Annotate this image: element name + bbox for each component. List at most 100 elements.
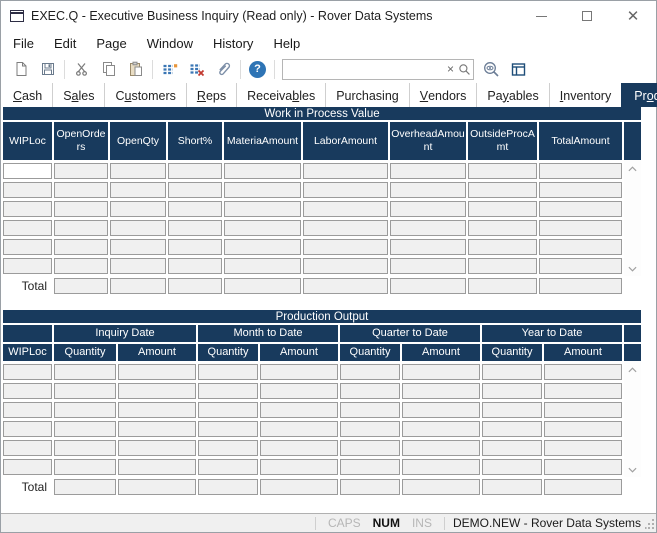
cell-r4-c8[interactable] [539,239,622,255]
scroll-up-icon[interactable] [628,166,637,172]
new-document-button[interactable] [7,57,34,81]
cell-r1-c7[interactable] [482,383,542,399]
cell-r1-c0[interactable] [3,383,52,399]
cell-r0-c2[interactable] [110,163,166,179]
tab-receivables[interactable]: Receivables [236,83,325,107]
cell-r0-c0[interactable] [3,364,52,380]
production-table-scrollbar[interactable] [624,361,641,477]
cell-r4-c2[interactable] [110,239,166,255]
cell-r0-c1[interactable] [54,163,108,179]
help-button[interactable]: ? [244,57,271,81]
cell-r2-c2[interactable] [118,402,196,418]
tab-sales[interactable]: Sales [52,83,104,107]
resize-grip[interactable] [645,516,655,530]
cell-r0-c7[interactable] [482,364,542,380]
cell-r5-c5[interactable] [303,258,388,274]
cell-r1-c4[interactable] [224,182,301,198]
cell-r3-c1[interactable] [54,220,108,236]
cell-r5-c8[interactable] [544,459,622,475]
paste-button[interactable] [122,57,149,81]
wip-table-scrollbar[interactable] [624,160,641,276]
menu-file[interactable]: File [3,33,44,54]
cell-r4-c7[interactable] [468,239,537,255]
menu-window[interactable]: Window [137,33,203,54]
layout-button[interactable] [505,57,532,81]
cell-r1-c8[interactable] [544,383,622,399]
cell-r4-c5[interactable] [340,440,400,456]
insert-row-button[interactable] [156,57,183,81]
close-button[interactable]: ✕ [610,1,656,31]
cell-r2-c2[interactable] [110,201,166,217]
cell-r3-c6[interactable] [402,421,480,437]
cell-r2-c0[interactable] [3,402,52,418]
cell-r0-c4[interactable] [224,163,301,179]
cell-r1-c6[interactable] [402,383,480,399]
cell-r0-c5[interactable] [303,163,388,179]
delete-row-button[interactable] [183,57,210,81]
tab-purchasing[interactable]: Purchasing [325,83,409,107]
tab-payables[interactable]: Payables [476,83,548,107]
cell-r5-c3[interactable] [198,459,258,475]
cell-r3-c8[interactable] [544,421,622,437]
cell-r1-c8[interactable] [539,182,622,198]
cell-r2-c5[interactable] [303,201,388,217]
cell-r3-c4[interactable] [260,421,338,437]
cell-r2-c1[interactable] [54,402,116,418]
cell-r2-c4[interactable] [260,402,338,418]
cell-r2-c0[interactable] [3,201,52,217]
cell-r0-c3[interactable] [198,364,258,380]
cell-r1-c5[interactable] [340,383,400,399]
cell-r2-c7[interactable] [468,201,537,217]
cell-r3-c7[interactable] [482,421,542,437]
tab-reps[interactable]: Reps [186,83,236,107]
tab-customers[interactable]: Customers [104,83,185,107]
menu-history[interactable]: History [203,33,263,54]
copy-button[interactable] [95,57,122,81]
scroll-down-icon[interactable] [628,266,637,272]
cell-r2-c6[interactable] [390,201,466,217]
cell-r3-c2[interactable] [118,421,196,437]
cell-r1-c1[interactable] [54,383,116,399]
cell-r2-c3[interactable] [168,201,222,217]
cell-r5-c2[interactable] [118,459,196,475]
cell-r3-c7[interactable] [468,220,537,236]
cell-r0-c4[interactable] [260,364,338,380]
cell-r0-c8[interactable] [544,364,622,380]
tab-cash[interactable]: Cash [3,83,52,107]
cell-r3-c6[interactable] [390,220,466,236]
cell-r4-c8[interactable] [544,440,622,456]
minimize-button[interactable] [518,1,564,31]
cell-r1-c4[interactable] [260,383,338,399]
cell-r5-c4[interactable] [260,459,338,475]
cell-r4-c3[interactable] [168,239,222,255]
cell-r2-c8[interactable] [544,402,622,418]
save-button[interactable] [34,57,61,81]
cell-r2-c5[interactable] [340,402,400,418]
cell-r1-c5[interactable] [303,182,388,198]
cell-r2-c3[interactable] [198,402,258,418]
cell-r1-c2[interactable] [118,383,196,399]
menu-edit[interactable]: Edit [44,33,86,54]
cell-r3-c0[interactable] [3,421,52,437]
cell-r1-c3[interactable] [198,383,258,399]
search-icon[interactable] [458,63,475,76]
cell-r4-c0[interactable] [3,440,52,456]
cell-r0-c7[interactable] [468,163,537,179]
cell-r5-c7[interactable] [468,258,537,274]
cell-r0-c3[interactable] [168,163,222,179]
cell-r1-c3[interactable] [168,182,222,198]
cell-r2-c7[interactable] [482,402,542,418]
cell-r0-c5[interactable] [340,364,400,380]
cell-r4-c6[interactable] [402,440,480,456]
cell-r3-c5[interactable] [340,421,400,437]
menu-page[interactable]: Page [86,33,136,54]
scroll-down-icon[interactable] [628,467,637,473]
cell-r4-c0[interactable] [3,239,52,255]
cell-r2-c8[interactable] [539,201,622,217]
cell-r5-c5[interactable] [340,459,400,475]
cell-r4-c3[interactable] [198,440,258,456]
cell-r2-c1[interactable] [54,201,108,217]
cell-r1-c6[interactable] [390,182,466,198]
cell-r5-c1[interactable] [54,459,116,475]
cell-r4-c5[interactable] [303,239,388,255]
